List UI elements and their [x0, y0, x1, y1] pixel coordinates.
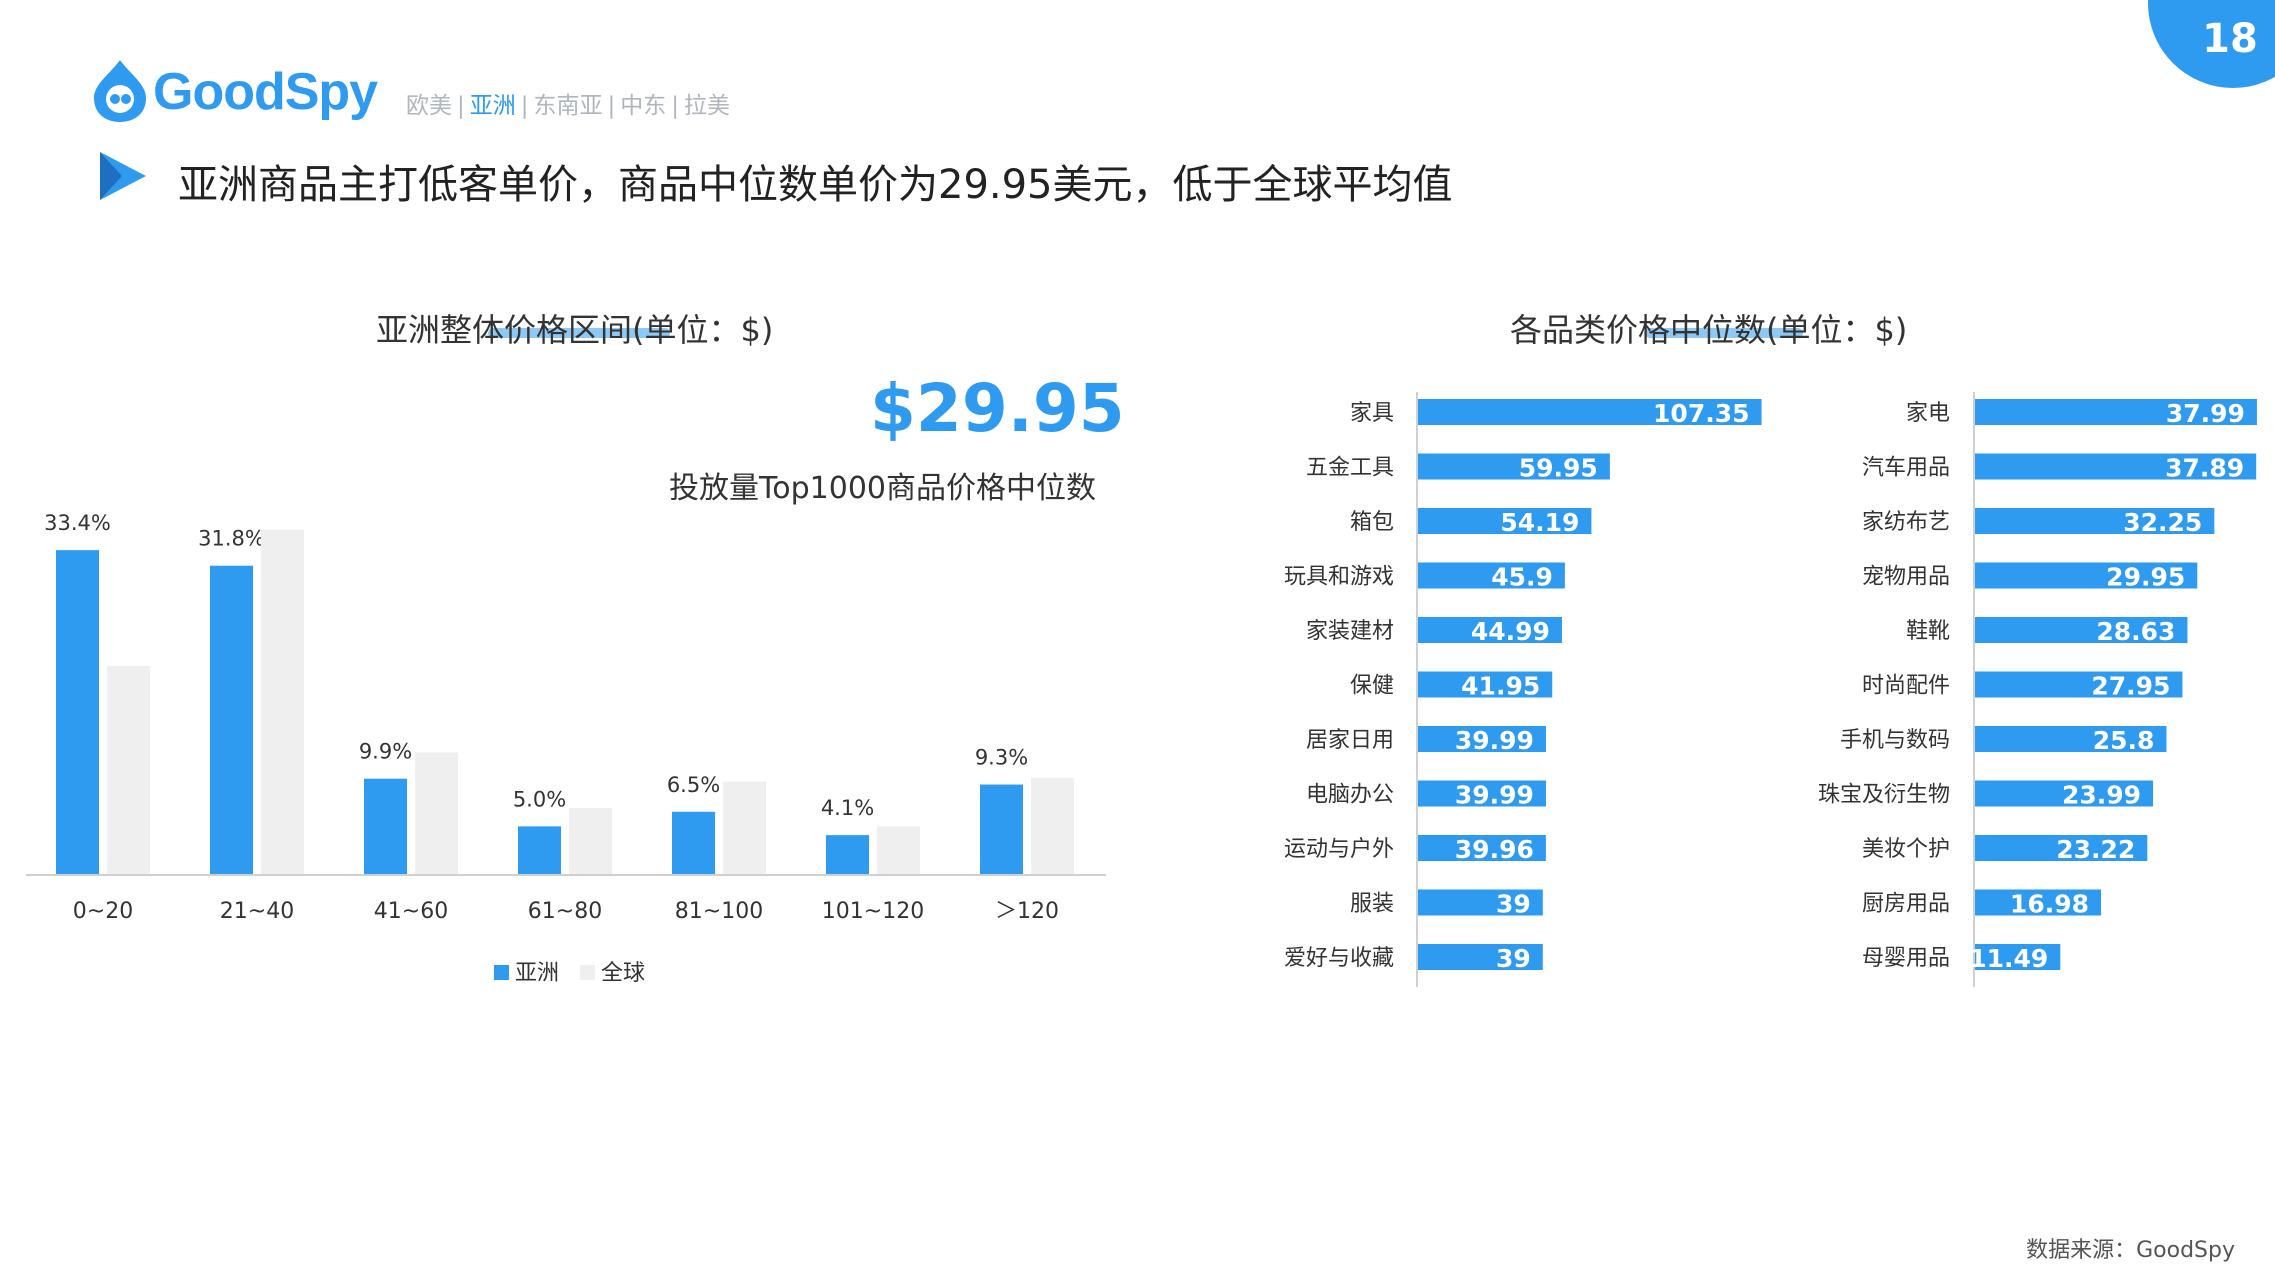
bar-value-label: 41.95 — [1461, 672, 1540, 701]
category-label: 厨房用品 — [1862, 892, 1950, 917]
bar-asia — [980, 784, 1023, 875]
category-label: 汽车用品 — [1862, 456, 1950, 481]
category-label: 宠物用品 — [1862, 565, 1950, 590]
category-label: 母婴用品 — [1862, 946, 1950, 971]
brand-name: GoodSpy — [153, 63, 378, 121]
bar-value-label: 45.9 — [1491, 563, 1553, 592]
category-label: 时尚配件 — [1862, 674, 1950, 699]
bar-value-label: 37.89 — [2165, 454, 2244, 483]
nav-separator: | — [457, 93, 465, 119]
bar-value-label: 39.99 — [1455, 726, 1534, 755]
right-chart-title: 各品类价格中位数(单位：$) — [1510, 311, 1908, 349]
price-range-bar-chart: 33.4% 31.8% 9.9% 5.0% 6.5% 4.1% 9.3% 0~20 21~40… — [26, 511, 1106, 986]
category-label: 家纺布艺 — [1862, 510, 1950, 535]
nav-separator: | — [671, 93, 679, 119]
x-tick-label: 61~80 — [528, 899, 602, 924]
x-tick-label: ＞120 — [995, 899, 1059, 924]
bar-global — [569, 807, 612, 875]
bar-asia — [518, 826, 561, 875]
bar-asia — [210, 565, 253, 875]
region-tab-southeast-asia[interactable]: 东南亚 — [534, 93, 603, 119]
bar-value-label: 6.5% — [667, 773, 720, 797]
region-tab-europe-america[interactable]: 欧美 — [406, 93, 452, 119]
bar-value-label: 39.96 — [1455, 835, 1534, 864]
bar-value-label: 39.99 — [1455, 781, 1534, 810]
play-arrow-icon — [100, 152, 146, 200]
bar-value-label: 25.8 — [2093, 726, 2155, 755]
region-tab-latin-america[interactable]: 拉美 — [684, 93, 730, 119]
bar-value-label: 33.4% — [44, 511, 111, 535]
bar-global — [1031, 777, 1074, 875]
bar-global — [261, 529, 304, 875]
category-label: 家装建材 — [1306, 619, 1394, 644]
bar-value-label: 29.95 — [2106, 563, 2185, 592]
category-label: 美妆个护 — [1862, 837, 1950, 862]
bar-asia — [826, 835, 869, 875]
category-label: 家具 — [1350, 401, 1394, 426]
legend-swatch — [580, 965, 595, 980]
category-label: 珠宝及衍生物 — [1818, 783, 1950, 808]
bar-asia — [672, 811, 715, 875]
bar-global — [877, 826, 920, 875]
bar-global — [415, 752, 458, 875]
x-tick-label: 0~20 — [73, 899, 133, 924]
legend-swatch — [494, 965, 509, 980]
bar-global — [107, 665, 150, 875]
bar-value-label: 4.1% — [821, 796, 874, 820]
median-price-value: $29.95 — [870, 370, 1125, 447]
x-tick-label: 21~40 — [220, 899, 294, 924]
left-chart-title: 亚洲整体价格区间(单位：$) — [376, 311, 774, 349]
bar-value-label: 59.95 — [1519, 454, 1598, 483]
bar-value-label: 28.63 — [2096, 617, 2175, 646]
region-nav: 欧美 | 亚洲 | 东南亚 | 中东 | 拉美 — [406, 86, 730, 120]
bar-value-label: 11.49 — [1969, 944, 2048, 973]
category-label: 运动与户外 — [1284, 837, 1394, 862]
bar-value-label: 32.25 — [2123, 508, 2202, 537]
data-source-note: 数据来源：GoodSpy — [2026, 1238, 2235, 1263]
category-label: 服装 — [1350, 892, 1394, 917]
goodspy-logo-icon — [94, 60, 146, 122]
page-headline: 亚洲商品主打低客单价，商品中位数单价为29.95美元，低于全球平均值 — [178, 162, 1453, 208]
bar-global — [723, 781, 766, 875]
bar-asia — [364, 778, 407, 875]
x-tick-label: 101~120 — [822, 899, 924, 924]
category-label: 爱好与收藏 — [1284, 946, 1394, 971]
x-tick-label: 81~100 — [675, 899, 763, 924]
bar-value-label: 31.8% — [198, 527, 265, 551]
bar-value-label: 27.95 — [2091, 672, 2170, 701]
bar-value-label: 9.9% — [359, 740, 412, 764]
category-label: 电脑办公 — [1306, 783, 1394, 808]
category-label: 居家日用 — [1306, 728, 1394, 753]
region-tab-asia[interactable]: 亚洲 — [470, 93, 516, 119]
bar-value-label: 37.99 — [2166, 399, 2245, 428]
category-label: 箱包 — [1350, 510, 1394, 535]
category-label: 五金工具 — [1306, 456, 1394, 481]
bar-value-label: 9.3% — [975, 746, 1028, 770]
legend-label: 亚洲 — [515, 961, 559, 986]
region-tab-middle-east[interactable]: 中东 — [620, 93, 666, 119]
bar-value-label: 107.35 — [1653, 399, 1749, 428]
category-label: 家电 — [1906, 401, 1950, 426]
category-median-bar-chart: 家具 107.35 五金工具 59.95 箱包 54.19 玩具和游戏 45.9 家装建材 44.… — [1284, 392, 2257, 987]
bar-value-label: 54.19 — [1500, 508, 1579, 537]
bar-value-label: 5.0% — [513, 787, 566, 811]
x-tick-label: 41~60 — [374, 899, 448, 924]
bar-value-label: 23.99 — [2062, 781, 2141, 810]
category-label: 保健 — [1350, 674, 1394, 699]
legend-label: 全球 — [601, 961, 645, 986]
category-label: 玩具和游戏 — [1284, 565, 1394, 590]
category-label: 鞋靴 — [1906, 619, 1950, 644]
bar-value-label: 39 — [1496, 944, 1531, 973]
bar-value-label: 23.22 — [2056, 835, 2135, 864]
bar-value-label: 16.98 — [2010, 890, 2089, 919]
category-label: 手机与数码 — [1840, 728, 1950, 753]
nav-separator: | — [607, 93, 616, 119]
bar-value-label: 44.99 — [1471, 617, 1550, 646]
nav-separator: | — [520, 93, 529, 119]
bar-asia — [56, 550, 99, 875]
page-number: 18 — [2202, 16, 2258, 62]
bar-value-label: 39 — [1496, 890, 1531, 919]
